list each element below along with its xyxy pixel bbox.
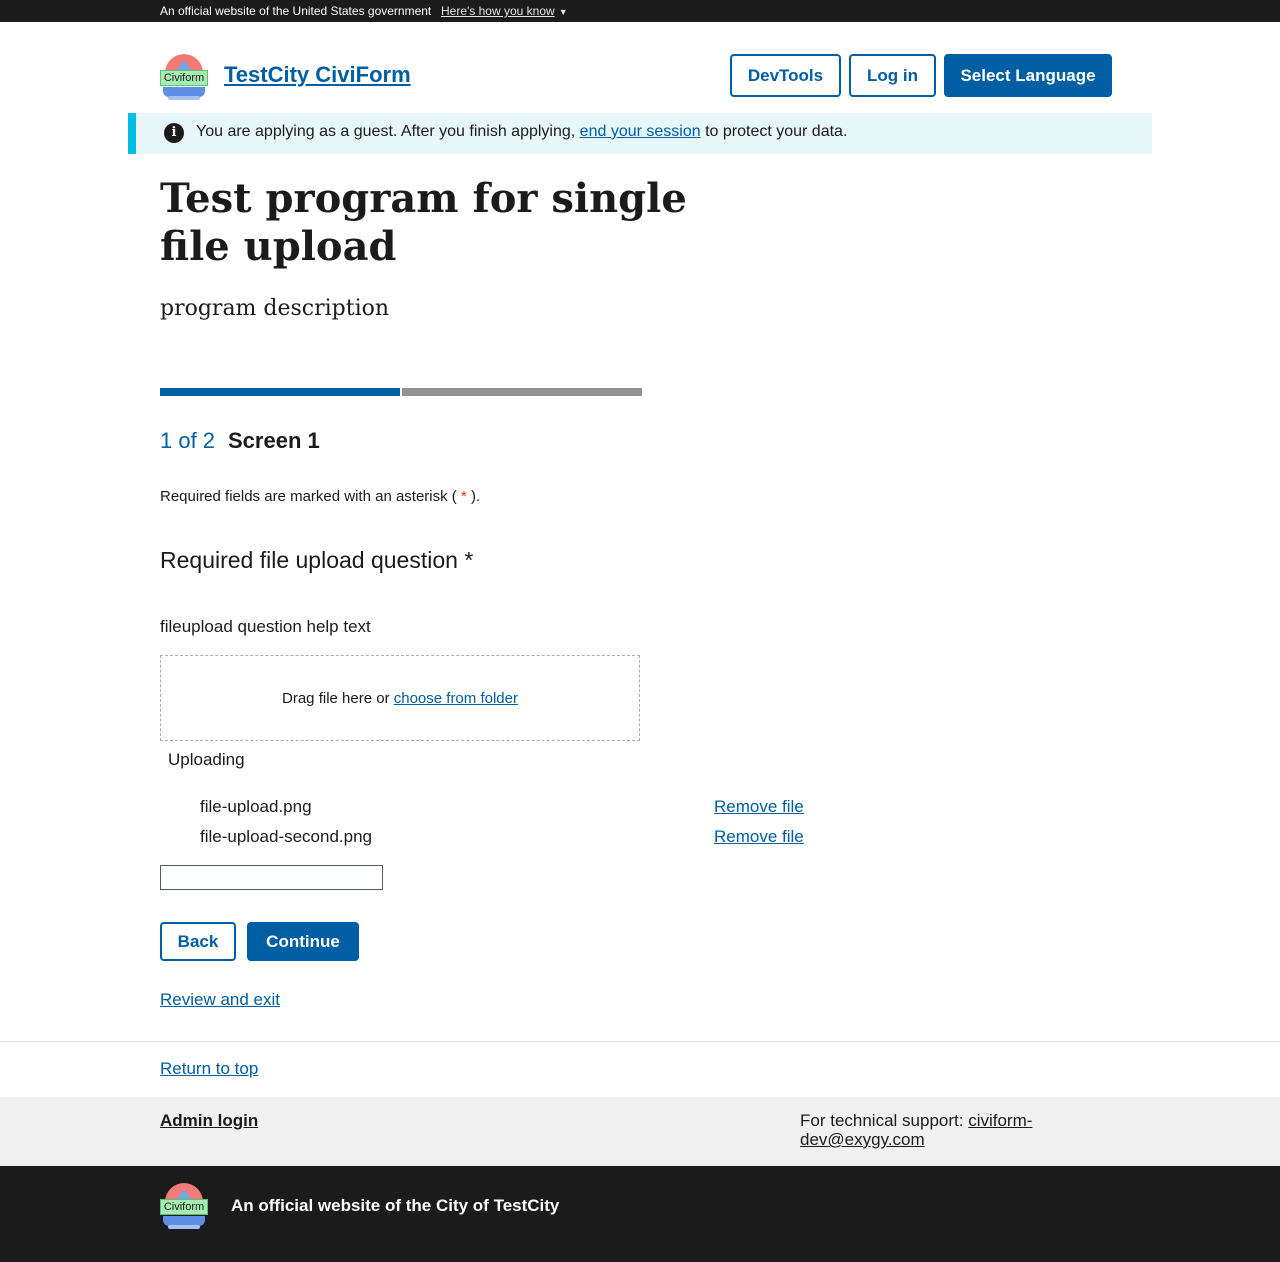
uploaded-file-name: file-upload-second.png xyxy=(200,827,373,846)
admin-login-link[interactable]: Admin login xyxy=(160,1111,258,1131)
progress-segment-complete xyxy=(160,388,400,396)
site-title-link[interactable]: TestCity CiviForm xyxy=(224,62,411,88)
devtools-button[interactable]: DevTools xyxy=(730,54,841,97)
guest-alert: i You are applying as a guest. After you… xyxy=(128,113,1152,154)
login-button[interactable]: Log in xyxy=(849,54,936,97)
program-description: program description xyxy=(160,296,390,321)
continue-button[interactable]: Continue xyxy=(247,922,359,961)
logo-label: Civiform xyxy=(160,70,208,86)
divider xyxy=(0,1041,1280,1042)
gov-banner-text: An official website of the United States… xyxy=(160,4,432,18)
footer-primary: Civiform An official website of the City… xyxy=(0,1166,1280,1262)
civiform-logo[interactable]: Civiform xyxy=(160,54,208,100)
required-note-after: ). xyxy=(470,488,481,505)
logo-shadow xyxy=(168,1225,200,1229)
footer-civiform-logo: Civiform xyxy=(160,1183,208,1229)
logo-mountain-icon xyxy=(177,60,191,70)
logo-label: Civiform xyxy=(160,1199,208,1215)
alert-text-before: You are applying as a guest. After you f… xyxy=(196,123,580,140)
question-help-text: fileupload question help text xyxy=(160,617,371,636)
screen-name: Screen 1 xyxy=(228,428,320,453)
return-to-top-link[interactable]: Return to top xyxy=(160,1059,258,1079)
uploading-label: Uploading xyxy=(168,750,245,769)
review-and-exit-link[interactable]: Review and exit xyxy=(160,990,280,1010)
end-session-link[interactable]: end your session xyxy=(580,123,701,140)
required-asterisk: * xyxy=(460,488,467,505)
gov-banner: An official website of the United States… xyxy=(0,0,1280,22)
info-icon: i xyxy=(164,123,184,143)
remove-file-link[interactable]: Remove file xyxy=(714,827,804,847)
remove-file-link[interactable]: Remove file xyxy=(714,797,804,817)
gov-banner-link[interactable]: Here's how you know ▼ xyxy=(441,4,568,18)
step-counter: 1 of 2 xyxy=(160,428,216,453)
select-language-button[interactable]: Select Language xyxy=(944,54,1112,97)
progress-segment-incomplete xyxy=(402,388,642,396)
footer-secondary: Admin login For technical support: civif… xyxy=(0,1097,1280,1166)
choose-from-folder-link[interactable]: choose from folder xyxy=(394,690,518,707)
file-input[interactable] xyxy=(160,865,383,890)
alert-text-after: to protect your data. xyxy=(700,123,848,140)
required-fields-note: Required fields are marked with an aster… xyxy=(160,488,480,505)
gov-banner-link-label[interactable]: Here's how you know xyxy=(441,4,555,18)
official-city-text: An official website of the City of TestC… xyxy=(231,1196,560,1215)
logo-mountain-icon xyxy=(177,1189,191,1199)
required-note-before: Required fields are marked with an aster… xyxy=(160,488,457,505)
logo-shadow xyxy=(168,96,200,100)
uploaded-file-name: file-upload.png xyxy=(200,797,312,816)
back-button[interactable]: Back xyxy=(160,922,236,961)
file-dropzone[interactable]: Drag file here or choose from folder xyxy=(160,655,640,741)
question-title: Required file upload question * xyxy=(160,547,474,573)
chevron-down-icon: ▼ xyxy=(558,7,568,17)
alert-text: You are applying as a guest. After you f… xyxy=(196,123,847,141)
program-title: Test program for single file upload xyxy=(160,175,687,270)
dropzone-instructions: Drag file here or choose from folder xyxy=(161,690,639,707)
dropzone-text: Drag file here or xyxy=(282,690,394,707)
technical-support: For technical support: civiform-dev@exyg… xyxy=(800,1111,1060,1149)
support-text: For technical support: xyxy=(800,1111,969,1130)
